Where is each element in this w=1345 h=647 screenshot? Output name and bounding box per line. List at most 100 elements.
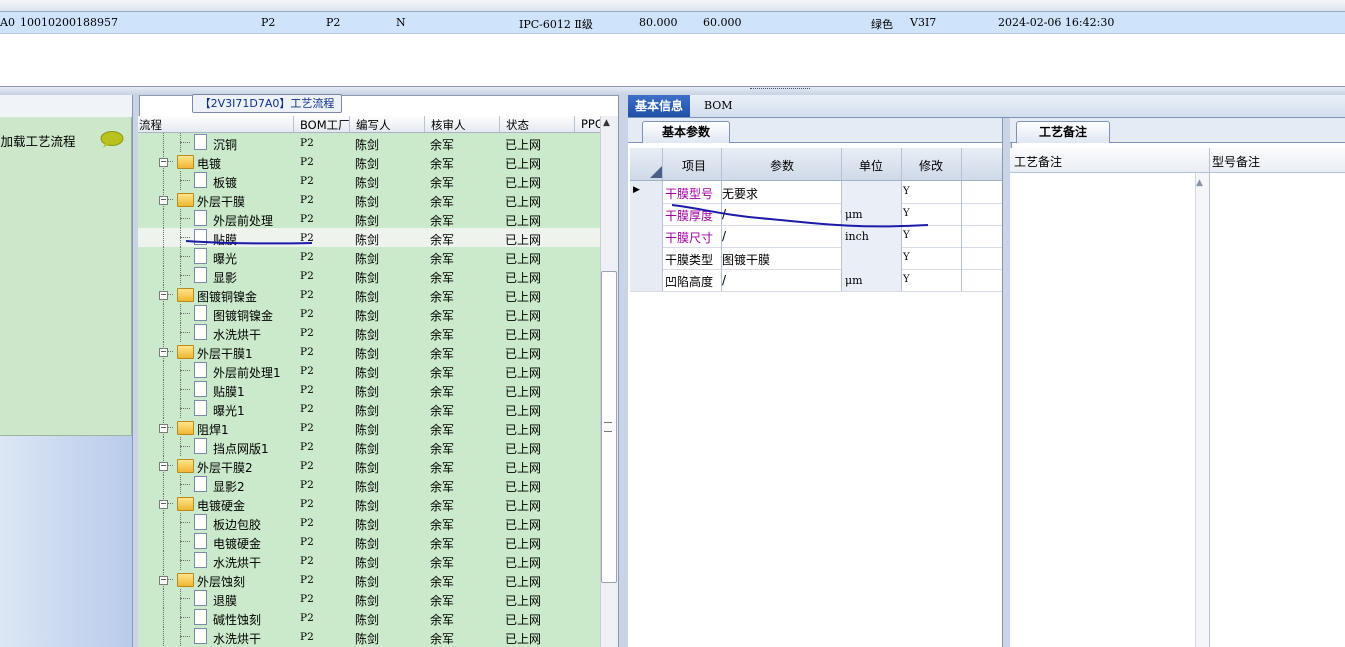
tree-row[interactable]: − 电镀 P2 陈剑 余军 已上网 — [138, 152, 600, 171]
param-modify[interactable]: Y — [903, 230, 910, 241]
tree-row[interactable]: 曝光 P2 陈剑 余军 已上网 — [138, 247, 600, 266]
header-unit[interactable]: 单位 — [859, 157, 883, 174]
header-bom[interactable]: BOM工厂 — [300, 117, 350, 133]
tree-row[interactable]: − 外层干膜1 P2 陈剑 余军 已上网 — [138, 342, 600, 361]
tab-basic-params[interactable]: 基本参数 — [642, 121, 730, 143]
tree-row[interactable]: 外层前处理 P2 陈剑 余军 已上网 — [138, 209, 600, 228]
tree-row[interactable]: 水洗烘干 P2 陈剑 余军 已上网 — [138, 323, 600, 342]
row-indicator — [630, 247, 663, 269]
tree-line — [180, 560, 190, 561]
param-value[interactable]: / — [722, 207, 726, 221]
tree-line — [163, 475, 164, 494]
tree-row[interactable]: − 外层蚀刻 P2 陈剑 余军 已上网 — [138, 570, 600, 589]
collapse-icon[interactable]: − — [159, 500, 168, 509]
tree-row[interactable]: 贴膜 P2 陈剑 余军 已上网 — [138, 228, 600, 247]
tree-row[interactable]: 贴膜1 P2 陈剑 余军 已上网 — [138, 380, 600, 399]
notes-scroll-up-icon[interactable]: ▲ — [1196, 178, 1203, 188]
tree-row[interactable]: 曝光1 P2 陈剑 余军 已上网 — [138, 399, 600, 418]
collapse-icon[interactable]: − — [159, 462, 168, 471]
param-modify[interactable]: Y — [903, 252, 910, 263]
tree-line — [180, 218, 190, 219]
collapse-icon[interactable]: − — [159, 196, 168, 205]
row-indicator — [630, 225, 663, 247]
header-author[interactable]: 编写人 — [356, 117, 391, 133]
tree-row[interactable]: − 图镀铜镍金 P2 陈剑 余军 已上网 — [138, 285, 600, 304]
collapse-icon[interactable]: − — [159, 291, 168, 300]
tree-row-bom: P2 — [300, 308, 314, 320]
tree-row[interactable]: 电镀硬金 P2 陈剑 余军 已上网 — [138, 532, 600, 551]
tree-row[interactable]: − 阻焊1 P2 陈剑 余军 已上网 — [138, 418, 600, 437]
tree-row-author: 陈剑 — [355, 385, 380, 399]
param-modify[interactable]: Y — [903, 208, 910, 219]
tree-row-name: 电镀 — [197, 157, 222, 171]
process-tree[interactable]: 沉铜 P2 陈剑 余军 已上网 − 电镀 P2 陈剑 余军 已上网 板镀 P2 陈剑 余军 已上网 − 外层干膜 P… — [138, 133, 600, 647]
param-value[interactable]: 无要求 — [722, 185, 758, 202]
tree-row[interactable]: 显影 P2 陈剑 余军 已上网 — [138, 266, 600, 285]
header-status[interactable]: 状态 — [506, 117, 529, 133]
notes-area[interactable] — [1010, 173, 1345, 647]
param-item: 干膜尺寸 — [665, 231, 714, 245]
splitter-grip-icon[interactable] — [750, 88, 810, 93]
unit-cell-bg — [842, 247, 902, 269]
document-icon — [194, 362, 207, 378]
tree-row-reviewer: 余军 — [430, 157, 455, 171]
tree-row[interactable]: 外层前处理1 P2 陈剑 余军 已上网 — [138, 361, 600, 380]
tree-row[interactable]: 显影2 P2 陈剑 余军 已上网 — [138, 475, 600, 494]
scroll-up-arrow-icon[interactable]: ▲ — [603, 118, 610, 128]
param-value[interactable]: / — [722, 273, 726, 287]
tree-row-name: 曝光1 — [213, 404, 245, 418]
collapse-icon[interactable]: − — [159, 424, 168, 433]
param-modify[interactable]: Y — [903, 274, 910, 285]
tree-row-status: 已上网 — [505, 252, 542, 266]
header-param[interactable]: 参数 — [770, 157, 794, 174]
tree-row[interactable]: 板镀 P2 陈剑 余军 已上网 — [138, 171, 600, 190]
top-grid-row[interactable]: A0 10010200188957 P2 P2 N IPC-6012 Ⅱ级 80… — [0, 12, 1345, 34]
tree-row[interactable]: 碱性蚀刻 P2 陈剑 余军 已上网 — [138, 608, 600, 627]
tree-row[interactable]: − 电镀硬金 P2 陈剑 余军 已上网 — [138, 494, 600, 513]
tree-row[interactable]: 沉铜 P2 陈剑 余军 已上网 — [138, 133, 600, 152]
tree-row[interactable]: 图镀铜镍金 P2 陈剑 余军 已上网 — [138, 304, 600, 323]
param-row[interactable]: ▶ 干膜型号 无要求 Y — [630, 181, 1002, 204]
param-value[interactable]: 图镀干膜 — [722, 251, 770, 268]
tree-row-reviewer: 余军 — [430, 423, 455, 437]
param-modify[interactable]: Y — [903, 186, 910, 197]
tree-row-bom: P2 — [300, 460, 314, 472]
load-process-box[interactable] — [0, 117, 132, 436]
header-flow[interactable]: 流程 — [139, 117, 162, 133]
tree-row[interactable]: 水洗烘干 P2 陈剑 余军 已上网 — [138, 627, 600, 646]
tab-bom[interactable]: BOM — [704, 99, 733, 112]
tab-basic-info[interactable]: 基本信息 — [628, 95, 690, 117]
header-modify[interactable]: 修改 — [919, 157, 943, 174]
header-reviewer[interactable]: 核审人 — [431, 117, 466, 133]
tree-line — [163, 513, 164, 532]
tree-row[interactable]: 退膜 P2 陈剑 余军 已上网 — [138, 589, 600, 608]
row-spec: IPC-6012 Ⅱ级 — [519, 18, 593, 31]
tree-row-reviewer: 余军 — [430, 556, 455, 570]
collapse-icon[interactable]: − — [159, 576, 168, 585]
tree-row[interactable]: − 外层干膜2 P2 陈剑 余军 已上网 — [138, 456, 600, 475]
header-item[interactable]: 项目 — [682, 157, 706, 174]
param-row[interactable]: 干膜尺寸 / inch Y — [630, 225, 1002, 248]
tree-row-author: 陈剑 — [355, 404, 380, 418]
tree-line — [180, 598, 190, 599]
param-row[interactable]: 凹陷高度 / μm Y — [630, 269, 1002, 292]
collapse-icon[interactable]: − — [159, 158, 168, 167]
header-process-notes[interactable]: 工艺备注 — [1014, 153, 1062, 170]
tree-row-reviewer: 余军 — [430, 366, 455, 380]
param-row[interactable]: 干膜厚度 / μm Y — [630, 203, 1002, 226]
tree-row-author: 陈剑 — [355, 157, 380, 171]
tree-row[interactable]: 板边包胶 P2 陈剑 余军 已上网 — [138, 513, 600, 532]
notes-scrollbar[interactable] — [1195, 173, 1210, 647]
param-row[interactable]: 干膜类型 图镀干膜 Y — [630, 247, 1002, 270]
collapse-icon[interactable]: − — [159, 348, 168, 357]
load-process-label[interactable]: 添加载工艺流程 — [0, 131, 76, 150]
header-model-notes[interactable]: 型号备注 — [1212, 153, 1260, 170]
tree-row[interactable]: 水洗烘干 P2 陈剑 余军 已上网 — [138, 551, 600, 570]
tree-row[interactable]: 挡点网版1 P2 陈剑 余军 已上网 — [138, 437, 600, 456]
tab-process-notes[interactable]: 工艺备注 — [1016, 121, 1110, 143]
param-value[interactable]: / — [722, 229, 726, 243]
tree-line — [180, 636, 190, 637]
tree-row[interactable]: − 外层干膜 P2 陈剑 余军 已上网 — [138, 190, 600, 209]
info-tab-bar — [628, 95, 1345, 118]
speech-bubble-icon[interactable] — [100, 131, 124, 148]
